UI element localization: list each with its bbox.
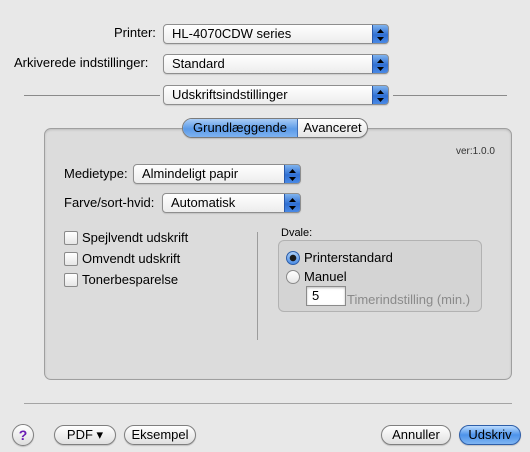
tab-bar: Grundlæggende Avanceret bbox=[182, 118, 368, 138]
cancel-button[interactable]: Annuller bbox=[381, 425, 451, 445]
timer-input[interactable]: 5 bbox=[306, 286, 346, 306]
printer-default-radio[interactable] bbox=[286, 251, 300, 265]
updown-arrows-icon bbox=[284, 194, 300, 212]
separator bbox=[24, 95, 160, 96]
print-button[interactable]: Udskriv bbox=[459, 425, 521, 445]
sleep-title: Dvale: bbox=[281, 227, 313, 239]
printer-select-value: HL-4070CDW series bbox=[172, 26, 292, 41]
timer-label: Timerindstilling (min.) bbox=[347, 292, 471, 307]
printer-label: Printer: bbox=[114, 25, 156, 40]
toner-save-label: Tonerbesparelse bbox=[82, 272, 179, 287]
presets-select-value: Standard bbox=[172, 56, 225, 71]
version-label: ver:1.0.0 bbox=[456, 146, 495, 157]
section-select[interactable]: Udskriftsindstillinger bbox=[163, 85, 389, 105]
manual-radio[interactable] bbox=[286, 270, 300, 284]
updown-arrows-icon bbox=[372, 55, 388, 73]
media-type-select[interactable]: Almindeligt papir bbox=[133, 164, 301, 184]
color-mode-value: Automatisk bbox=[171, 195, 236, 210]
color-mode-label: Farve/sort-hvid: bbox=[64, 195, 155, 210]
tab-grundlaeggende[interactable]: Grundlæggende bbox=[183, 119, 298, 137]
printer-default-label: Printerstandard bbox=[304, 250, 393, 265]
updown-arrows-icon bbox=[284, 165, 300, 183]
help-button[interactable]: ? bbox=[12, 424, 34, 446]
updown-arrows-icon bbox=[372, 86, 388, 104]
vertical-separator bbox=[257, 232, 258, 340]
media-type-label: Medietype: bbox=[64, 166, 128, 181]
tab-avanceret[interactable]: Avanceret bbox=[298, 119, 367, 137]
color-mode-select[interactable]: Automatisk bbox=[162, 193, 301, 213]
mirror-print-label: Spejlvendt udskrift bbox=[82, 230, 189, 245]
presets-select[interactable]: Standard bbox=[163, 54, 389, 74]
section-select-value: Udskriftsindstillinger bbox=[172, 87, 288, 102]
updown-arrows-icon bbox=[372, 25, 388, 43]
mirror-print-checkbox[interactable] bbox=[64, 231, 78, 245]
manual-label: Manuel bbox=[304, 269, 347, 284]
help-icon: ? bbox=[18, 427, 28, 443]
presets-label: Arkiverede indstillinger: bbox=[14, 55, 149, 70]
preview-button[interactable]: Eksempel bbox=[124, 425, 196, 445]
media-type-value: Almindeligt papir bbox=[142, 166, 239, 181]
reverse-print-checkbox[interactable] bbox=[64, 252, 78, 266]
footer-separator bbox=[24, 403, 512, 404]
toner-save-checkbox[interactable] bbox=[64, 273, 78, 287]
reverse-print-label: Omvendt udskrift bbox=[82, 251, 181, 266]
pdf-button[interactable]: PDF ▾ bbox=[54, 425, 116, 445]
printer-select[interactable]: HL-4070CDW series bbox=[163, 24, 389, 44]
separator bbox=[393, 95, 507, 96]
